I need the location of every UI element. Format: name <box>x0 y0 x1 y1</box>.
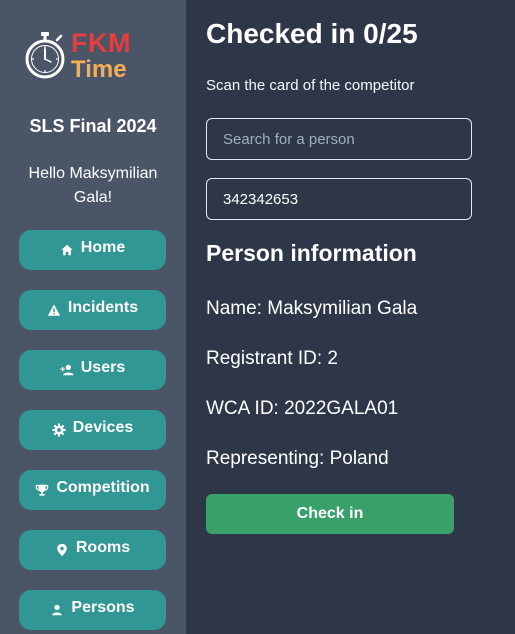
nav-label-competition: Competition <box>56 479 150 496</box>
person-name: Name: Maksymilian Gala <box>206 298 418 319</box>
logo-line-fkm: FKM <box>71 28 131 58</box>
person-info-heading: Person information <box>206 240 417 266</box>
nav-label-rooms: Rooms <box>75 539 131 556</box>
warning-icon <box>47 304 60 316</box>
person-representing: Representing: Poland <box>206 448 389 469</box>
logo-line-time: Time <box>71 56 127 83</box>
gear-icon <box>52 423 66 437</box>
trophy-icon <box>36 484 49 496</box>
person-icon <box>52 604 63 616</box>
nav-label-users: Users <box>80 359 126 376</box>
stopwatch-icon <box>25 32 65 79</box>
nav-button-competition[interactable]: Competition <box>19 470 166 510</box>
person-wca-id: WCA ID: 2022GALA01 <box>206 398 399 419</box>
nav-label-devices: Devices <box>72 419 134 436</box>
user-add-icon <box>60 364 74 376</box>
page-title: Checked in 0/25 <box>206 18 418 49</box>
card-id-input[interactable] <box>206 178 472 220</box>
greeting-text: Hello Maksymilian Gala! <box>28 165 158 206</box>
fkm-time-logo: FKM Time <box>24 30 144 82</box>
nav-button-rooms[interactable]: Rooms <box>19 530 166 570</box>
check-in-button[interactable]: Check in <box>206 494 454 534</box>
nav-label-persons: Persons <box>71 599 135 616</box>
home-icon <box>61 244 73 256</box>
nav-button-users[interactable]: Users <box>19 350 166 390</box>
nav-button-home[interactable]: Home <box>19 230 166 270</box>
nav-label-home: Home <box>80 239 126 256</box>
person-registrant-id: Registrant ID: 2 <box>206 348 338 369</box>
scan-instruction: Scan the card of the competitor <box>206 77 415 94</box>
sidebar: FKM Time SLS Final 2024 Hello Maksymilia… <box>0 0 186 634</box>
check-in-label: Check in <box>296 505 364 522</box>
nav-button-persons[interactable]: Persons <box>19 590 166 630</box>
person-search-input[interactable] <box>206 118 472 160</box>
logo-wordmark: FKM Time <box>71 30 131 82</box>
nav-label-incidents: Incidents <box>67 299 139 316</box>
nav-button-incidents[interactable]: Incidents <box>19 290 166 330</box>
nav-button-devices[interactable]: Devices <box>19 410 166 450</box>
competition-name: SLS Final 2024 <box>29 116 157 136</box>
map-pin-icon <box>57 543 67 557</box>
